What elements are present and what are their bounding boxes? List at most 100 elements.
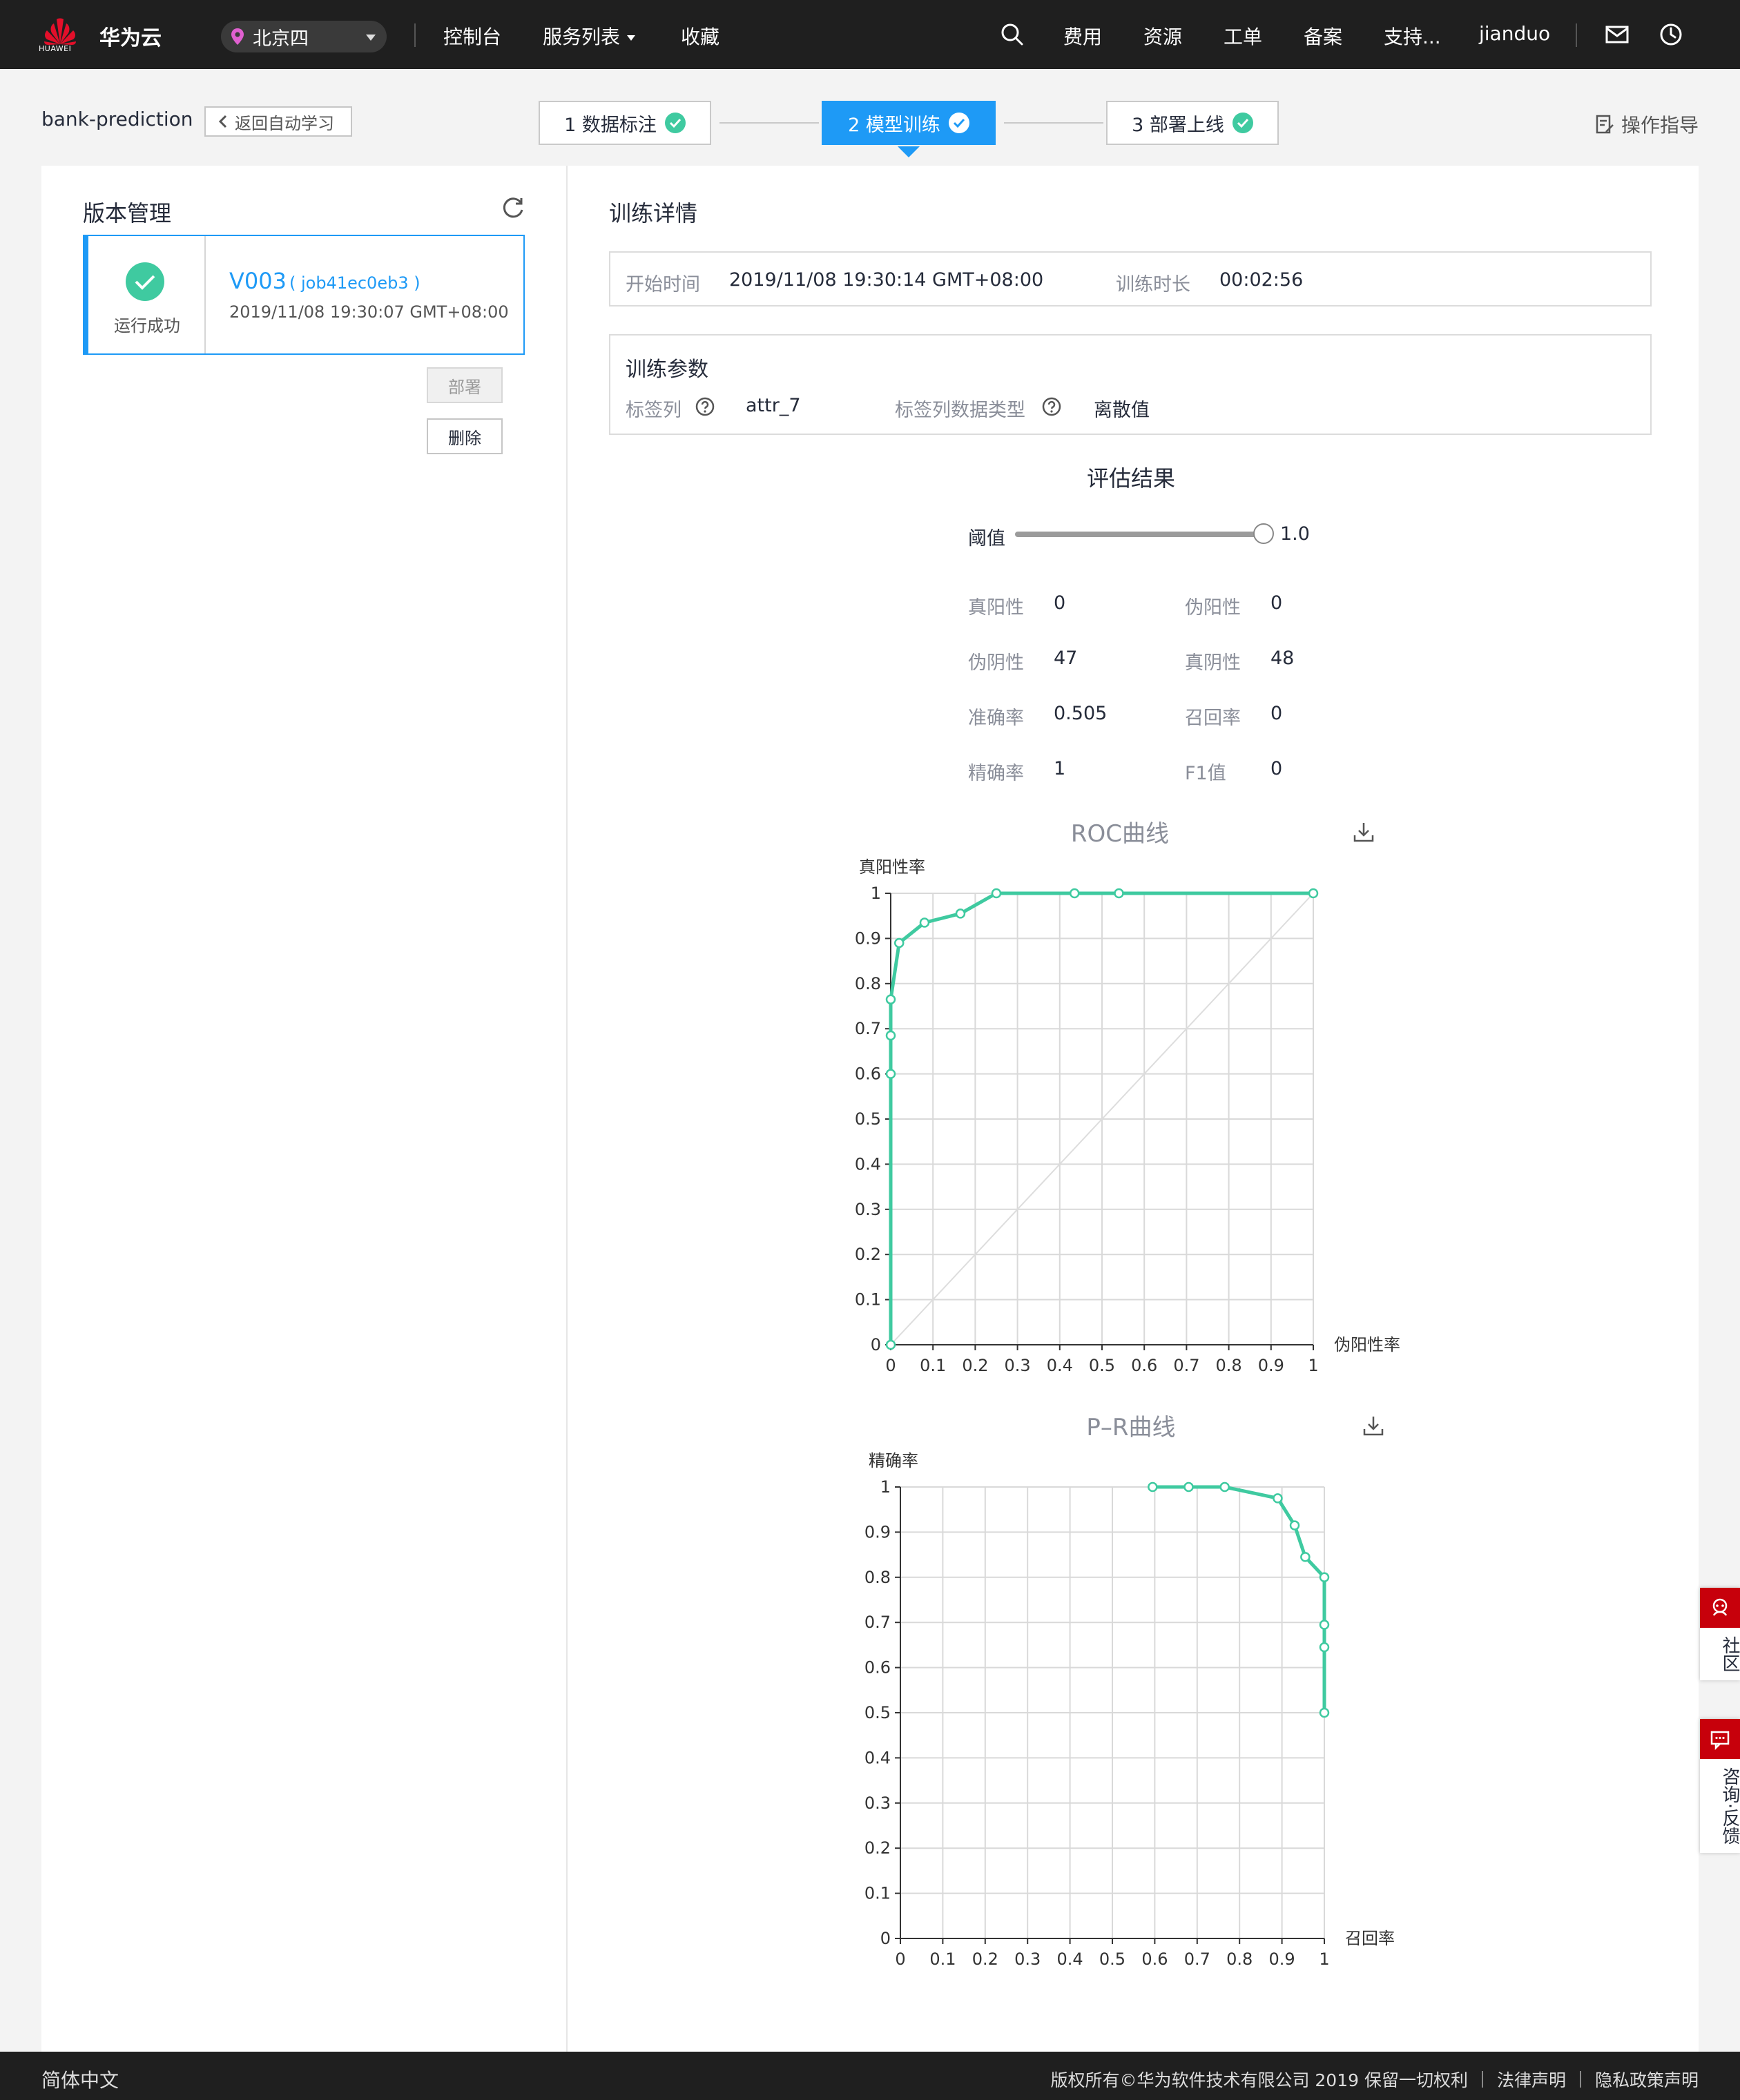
y-tick-label: 0.4 xyxy=(855,1154,881,1174)
user-account[interactable]: jianduo xyxy=(1479,22,1550,45)
metric-value: 0 xyxy=(1270,758,1283,779)
chat-icon xyxy=(1710,1731,1730,1751)
job-id: ( job41ec0eb3 ) xyxy=(289,273,420,293)
duration-label: 训练时长 xyxy=(1116,274,1190,295)
params-title: 训练参数 xyxy=(626,358,708,382)
data-point xyxy=(1289,1520,1300,1530)
step-data-labeling[interactable]: 1 数据标注 xyxy=(539,101,711,145)
data-point xyxy=(1148,1481,1158,1493)
threshold-label: 阈值 xyxy=(968,528,1005,550)
x-tick-label: 0.9 xyxy=(1258,1356,1284,1375)
y-tick-label: 0.3 xyxy=(855,1200,881,1219)
version-name[interactable]: V003( job41ec0eb3 ) xyxy=(229,268,420,294)
nav-icp[interactable]: 备案 xyxy=(1304,22,1342,50)
download-icon[interactable] xyxy=(1352,820,1375,844)
metric-label: 伪阳性 xyxy=(1185,597,1241,619)
metric-label: 真阴性 xyxy=(1185,652,1241,674)
training-details-title: 训练详情 xyxy=(609,200,698,226)
data-point xyxy=(885,1339,896,1350)
data-point xyxy=(1308,888,1319,899)
success-check-icon xyxy=(126,262,164,301)
refresh-icon[interactable] xyxy=(500,195,526,221)
legal-link[interactable]: 法律声明 xyxy=(1497,2067,1566,2092)
y-tick-label: 0.7 xyxy=(864,1613,891,1632)
x-tick-label: 0 xyxy=(885,1356,896,1375)
footer: 简体中文 版权所有©华为软件技术有限公司 2019 保留一切权利 法律声明 隐私… xyxy=(0,2052,1740,2100)
data-point xyxy=(1300,1552,1311,1562)
data-point xyxy=(1319,1707,1330,1718)
clock-icon[interactable] xyxy=(1657,21,1685,48)
delete-button[interactable]: 删除 xyxy=(427,418,503,454)
nav-console[interactable]: 控制台 xyxy=(443,22,501,50)
y-tick-label: 0.7 xyxy=(855,1019,881,1038)
nav-favorites[interactable]: 收藏 xyxy=(681,22,719,50)
threshold-slider[interactable] xyxy=(1015,532,1264,537)
x-tick-label: 0 xyxy=(895,1950,905,1969)
chevron-down-icon xyxy=(366,35,376,41)
step-label: 3 部署上线 xyxy=(1132,114,1224,136)
pr-chart: 0 0.1 0.2 0.3 0.4 0.5 0.6 0.7 0.8 0.9 1 0 0.1 0.2 0.3 0… xyxy=(864,1451,1395,1969)
metric-value: 0.505 xyxy=(1054,703,1108,724)
operation-guide-link[interactable]: 操作指导 xyxy=(1595,110,1699,138)
version-card[interactable]: 运行成功 V003( job41ec0eb3 ) 2019/11/08 19:3… xyxy=(83,235,525,355)
data-point xyxy=(991,888,1002,899)
metric-value: 47 xyxy=(1054,648,1078,669)
back-to-automl-button[interactable]: 返回自动学习 xyxy=(204,106,352,137)
language-selector[interactable]: 简体中文 xyxy=(41,2065,119,2093)
x-tick-label: 0.9 xyxy=(1269,1950,1295,1969)
status-label: 运行成功 xyxy=(114,316,180,336)
community-float-button[interactable]: 社区 xyxy=(1700,1588,1740,1680)
y-tick-label: 0.2 xyxy=(855,1245,881,1264)
x-tick-label: 1 xyxy=(1319,1950,1329,1969)
x-tick-label: 0.2 xyxy=(962,1356,988,1375)
footer-divider xyxy=(1481,2071,1483,2088)
nav-support[interactable]: 支持... xyxy=(1384,22,1441,50)
x-tick-label: 0.7 xyxy=(1173,1356,1199,1375)
x-tick-label: 0.5 xyxy=(1089,1356,1115,1375)
y-tick-label: 0.8 xyxy=(855,974,881,993)
evaluation-title: 评估结果 xyxy=(1086,465,1175,492)
nav-service-list[interactable]: 服务列表 xyxy=(543,22,636,50)
deploy-button[interactable]: 部署 xyxy=(427,367,503,403)
search-icon[interactable] xyxy=(998,21,1026,48)
region-label: 北京四 xyxy=(253,28,309,50)
step-connector xyxy=(719,122,819,124)
community-icon xyxy=(1712,1598,1728,1616)
nav-resources[interactable]: 资源 xyxy=(1143,22,1182,50)
y-tick-label: 0.6 xyxy=(864,1658,891,1678)
step-deploy[interactable]: 3 部署上线 xyxy=(1106,101,1279,145)
data-point xyxy=(1114,888,1124,899)
mail-icon[interactable] xyxy=(1603,21,1631,48)
brand-name[interactable]: 华为云 xyxy=(99,21,162,51)
data-point xyxy=(1219,1481,1230,1493)
check-circle-icon xyxy=(664,113,686,133)
x-tick-label: 0.1 xyxy=(929,1950,956,1969)
step-model-training[interactable]: 2 模型训练 xyxy=(822,101,996,145)
nav-tickets[interactable]: 工单 xyxy=(1224,22,1262,50)
step-connector xyxy=(1004,122,1103,124)
start-time-value: 2019/11/08 19:30:14 GMT+08:00 xyxy=(729,269,1044,291)
guide-label: 操作指导 xyxy=(1621,114,1699,137)
y-tick-label: 0 xyxy=(871,1335,881,1354)
version-created-time: 2019/11/08 19:30:07 GMT+08:00 xyxy=(229,302,509,322)
feedback-float-button[interactable]: 咨询·反馈 xyxy=(1700,1719,1740,1854)
y-tick-label: 0.6 xyxy=(855,1064,881,1084)
version-id: V003 xyxy=(229,268,287,294)
x-tick-label: 0.6 xyxy=(1141,1950,1168,1969)
step-label: 1 数据标注 xyxy=(564,114,657,136)
chevron-left-icon xyxy=(218,115,227,128)
nav-billing[interactable]: 费用 xyxy=(1063,22,1102,50)
privacy-link[interactable]: 隐私政策声明 xyxy=(1595,2067,1699,2092)
download-icon[interactable] xyxy=(1362,1414,1385,1437)
help-icon[interactable] xyxy=(695,396,715,417)
region-selector[interactable]: 北京四 xyxy=(221,21,387,52)
data-point xyxy=(1319,1620,1330,1630)
threshold-slider-handle[interactable] xyxy=(1253,523,1274,544)
x-tick-label: 0.8 xyxy=(1226,1950,1253,1969)
x-tick-label: 0.2 xyxy=(972,1950,998,1969)
label-type-value: 离散值 xyxy=(1094,400,1150,421)
start-time-label: 开始时间 xyxy=(626,274,700,295)
roc-chart-title: ROC曲线 xyxy=(1070,820,1170,848)
help-icon[interactable] xyxy=(1041,396,1062,417)
community-label: 社区 xyxy=(1719,1636,1740,1672)
